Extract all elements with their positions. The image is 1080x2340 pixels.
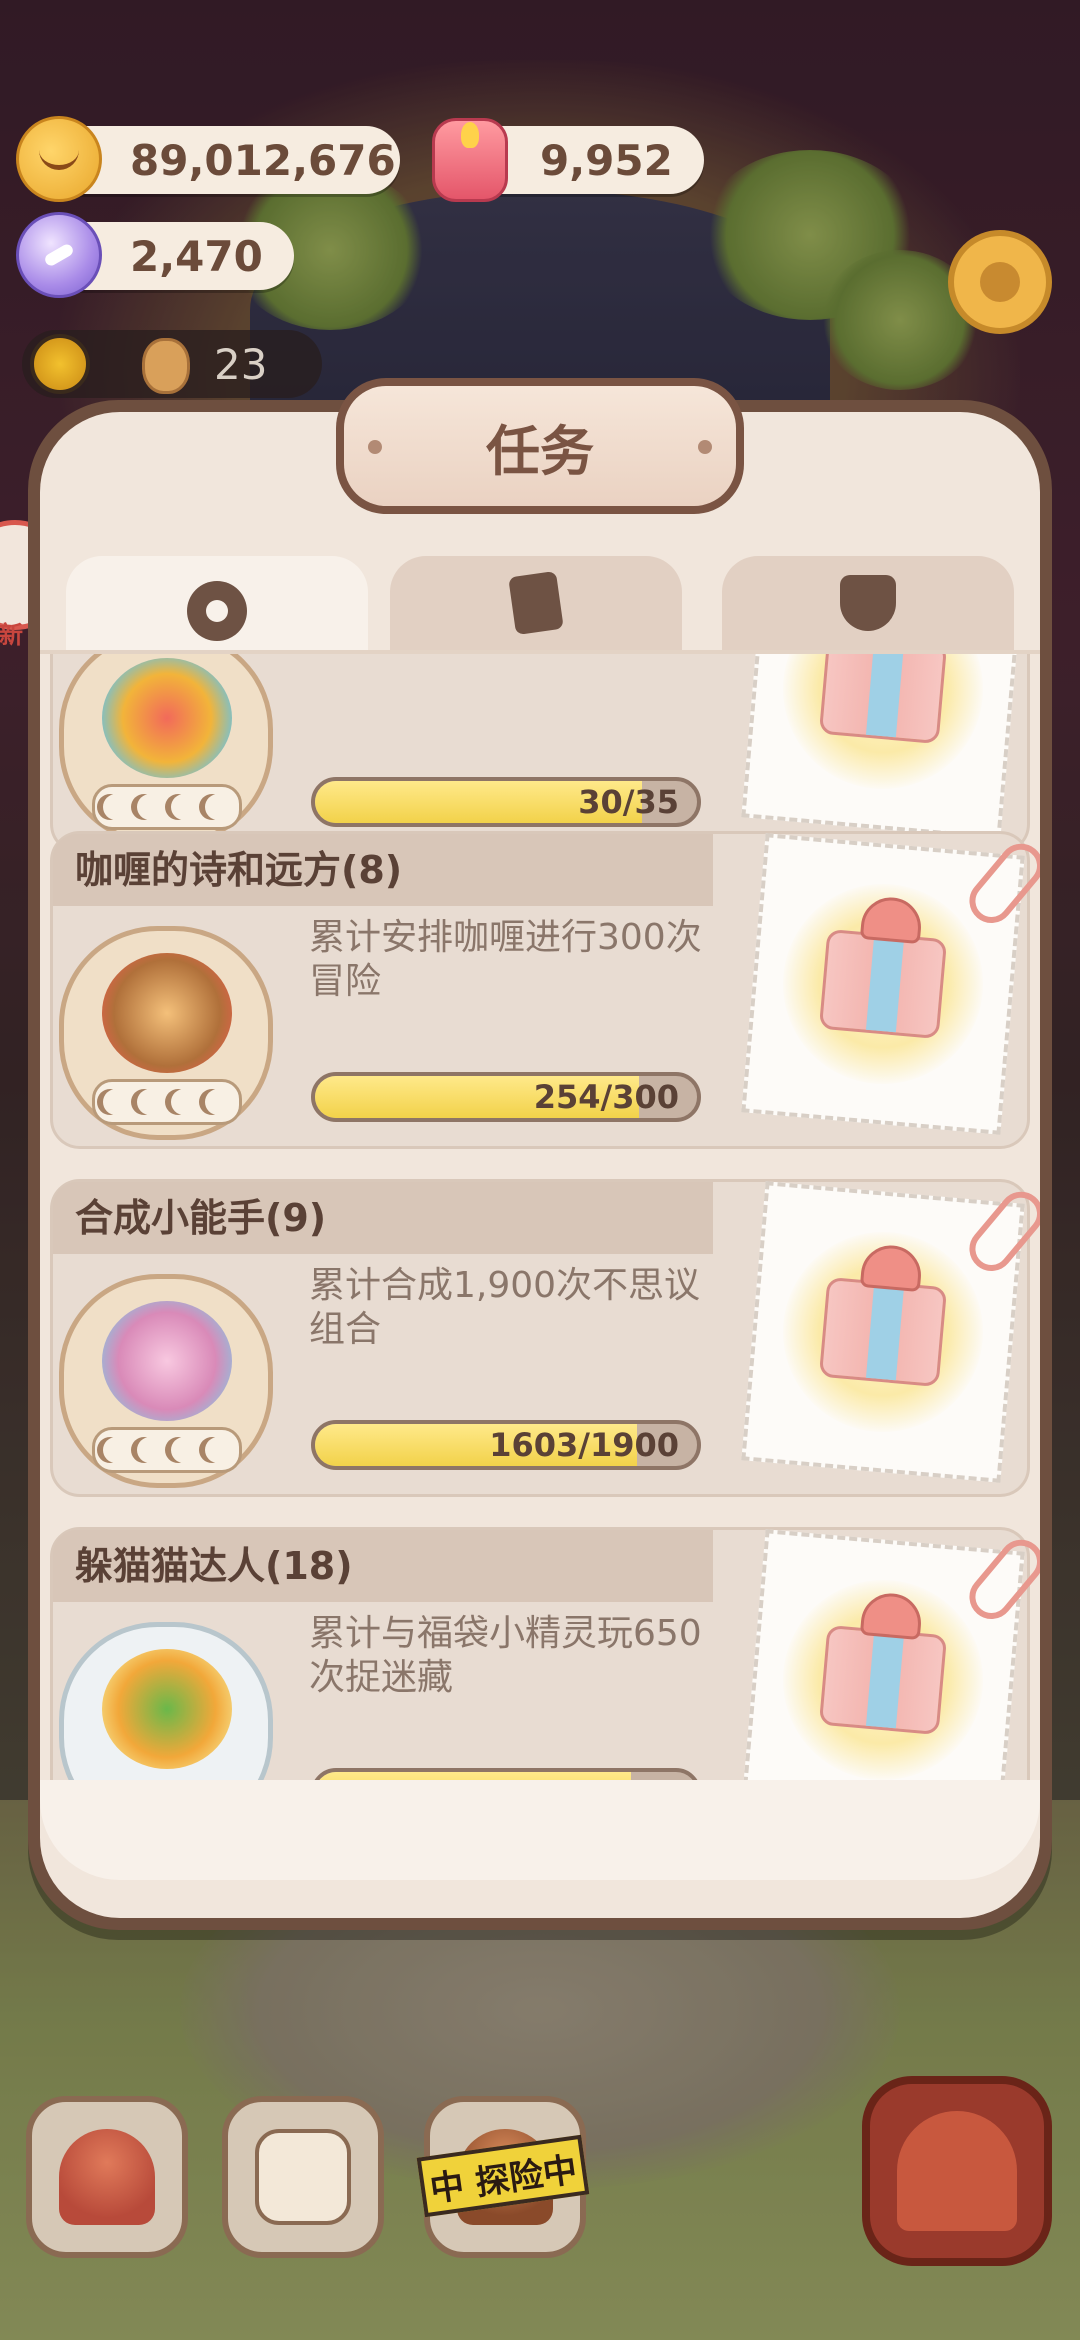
- star-rating: [92, 1079, 242, 1125]
- mushroom-house-button[interactable]: [26, 2096, 188, 2258]
- gem-value: 2,470: [130, 231, 263, 281]
- candle-icon: [432, 118, 508, 202]
- merge-card-icon: [59, 1274, 273, 1488]
- rainbow-task-icon: [59, 654, 273, 845]
- flask-heart-icon: [840, 575, 896, 631]
- mushroom-house-icon: [59, 2129, 155, 2225]
- calendar-heart-icon: [255, 2129, 351, 2225]
- stage-curtain-icon: [897, 2111, 1017, 2231]
- task-progress-text: 538/650: [534, 1772, 679, 1780]
- task-description: 累计合成1,900次不思议组合: [309, 1265, 701, 1350]
- candle-value: 9,952: [540, 135, 673, 185]
- task-description: 累计与福袋小精灵玩650次捉迷藏: [309, 1613, 702, 1698]
- reward-gift-card[interactable]: [741, 1181, 1040, 1483]
- side-badge-label: 新: [0, 621, 23, 649]
- gift-box-icon: [818, 894, 948, 1040]
- task-title: 躲猫猫达人(18): [53, 1530, 713, 1602]
- plate-rivet: [698, 440, 712, 454]
- reward-gift-card[interactable]: [741, 1529, 1040, 1780]
- task-progress-bar: 254/300: [311, 1072, 701, 1122]
- task-progress-text: 1603/1900: [489, 1426, 679, 1464]
- panel-title-plate: 任务: [336, 378, 744, 514]
- tab-flask[interactable]: [722, 556, 1014, 650]
- task-title: 咖喱的诗和远方(8): [53, 834, 713, 906]
- task-progress-text: 30/35: [578, 783, 679, 821]
- star-rating: [92, 784, 242, 830]
- task-card: 躲猫猫达人(18) 累计与福袋小精灵玩650次捉迷藏 538/650: [50, 1527, 1040, 1780]
- cookie-coin-icon: [16, 116, 102, 202]
- task-card: 30/35: [50, 654, 1030, 854]
- theater-stage-button[interactable]: [862, 2076, 1052, 2266]
- reward-gift-card[interactable]: [741, 654, 1025, 840]
- gift-box-icon: [818, 1242, 948, 1388]
- panel-footer: [40, 1780, 1040, 1880]
- card-icon: [508, 570, 564, 636]
- palm-tree-icon: [59, 1622, 273, 1780]
- curry-adventurer-icon: [59, 926, 273, 1140]
- paw-badge-icon: [187, 581, 247, 641]
- gear-icon: [980, 262, 1020, 302]
- level-value: 23: [214, 340, 268, 389]
- task-progress-text: 254/300: [533, 1078, 679, 1116]
- paperclip-icon: [960, 834, 1040, 932]
- gift-box-icon: [818, 1590, 948, 1736]
- task-progress-bar: 538/650: [311, 1768, 701, 1780]
- task-list[interactable]: 30/35 咖喱的诗和远方(8) 累计安排咖喱进行300次冒险 254/300 …: [40, 650, 1040, 1780]
- paperclip-icon: [960, 1530, 1040, 1628]
- coin-value: 89,012,676: [130, 135, 396, 185]
- calendar-button[interactable]: [222, 2096, 384, 2258]
- task-description: 累计安排咖喱进行300次冒险: [309, 917, 702, 1002]
- reward-gift-card[interactable]: [741, 833, 1040, 1135]
- paperclip-icon: [960, 1182, 1040, 1280]
- task-progress-bar: 1603/1900: [311, 1420, 701, 1470]
- task-progress-bar: 30/35: [311, 777, 701, 827]
- sun-icon: [30, 334, 90, 394]
- crystal-gem-icon: [16, 212, 102, 298]
- plate-rivet: [368, 440, 382, 454]
- gingerbread-icon: [142, 338, 190, 394]
- tab-cards[interactable]: [390, 556, 682, 650]
- task-card: 咖喱的诗和远方(8) 累计安排咖喱进行300次冒险 254/300: [50, 831, 1040, 1149]
- settings-gear-button[interactable]: [948, 230, 1052, 334]
- panel-title: 任务: [486, 419, 594, 483]
- task-title: 合成小能手(9): [53, 1182, 713, 1254]
- star-rating: [92, 1427, 242, 1473]
- gift-box-icon: [818, 654, 948, 745]
- task-card: 合成小能手(9) 累计合成1,900次不思议组合 1603/1900: [50, 1179, 1040, 1497]
